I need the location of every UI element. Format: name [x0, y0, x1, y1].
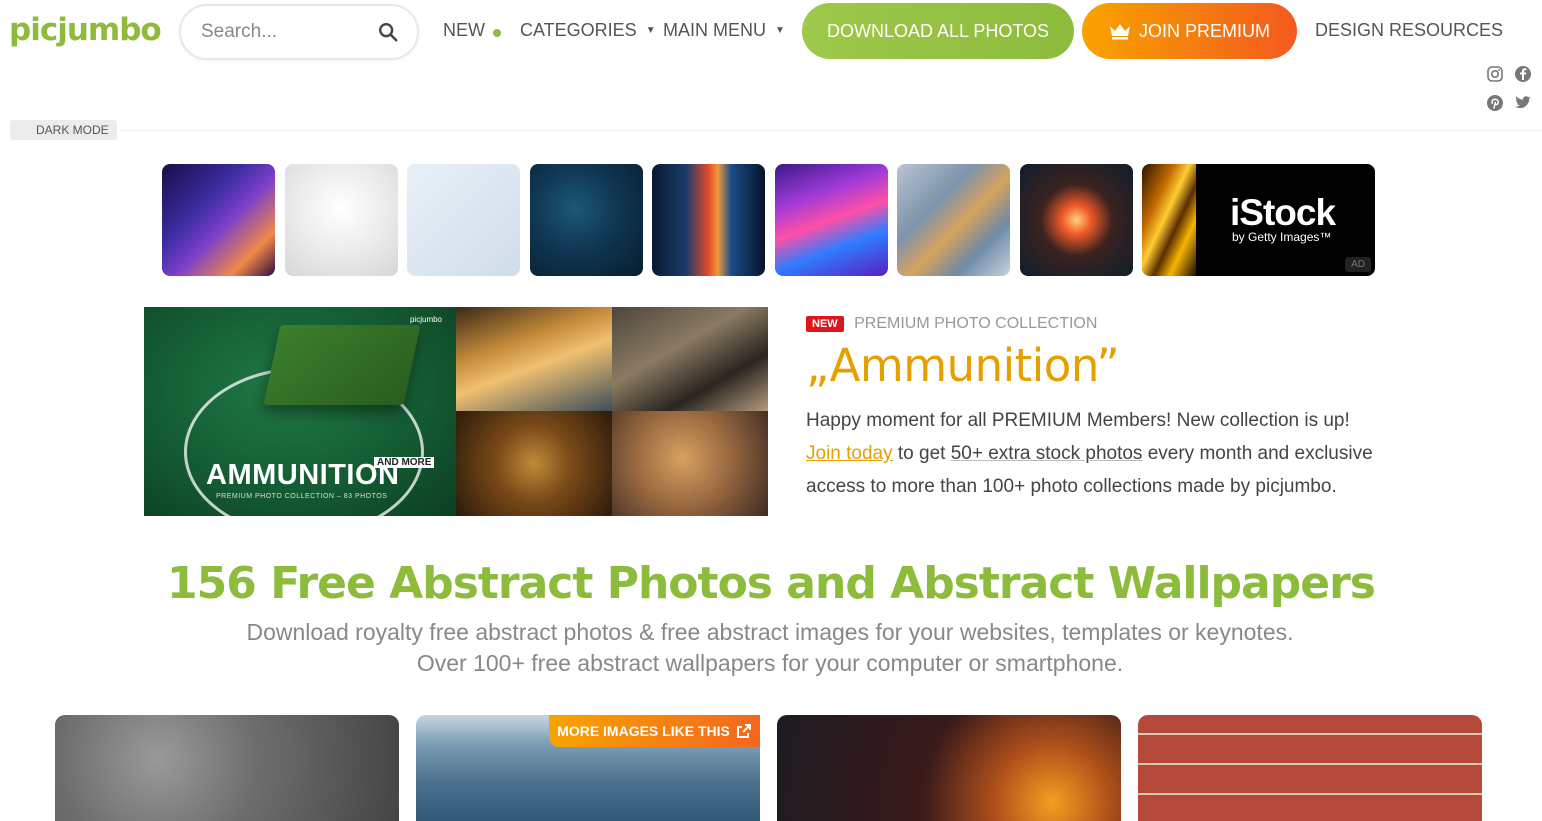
logo[interactable]: picjumbo — [9, 12, 162, 48]
promo-text: NEW PREMIUM PHOTO COLLECTION „Ammunition… — [806, 315, 1406, 503]
nav-new[interactable]: NEW — [443, 20, 501, 41]
promo-image-title: AMMUNITION — [206, 459, 400, 491]
promo-collage[interactable]: picjumbo AMMUNITION AND MORE PREMIUM PHO… — [144, 307, 769, 516]
promo-title[interactable]: „Ammunition” — [806, 339, 1406, 392]
header-divider — [118, 130, 1542, 131]
page-title: 156 Free Abstract Photos and Abstract Wa… — [167, 558, 1376, 609]
promo-line-2-mid: to get — [892, 443, 951, 465]
external-link-icon — [736, 724, 751, 738]
caret-down-icon: ▼ — [645, 25, 656, 36]
category-thumb[interactable] — [530, 164, 643, 276]
category-thumb[interactable] — [897, 164, 1010, 276]
download-all-button[interactable]: DOWNLOAD ALL PHOTOS — [802, 3, 1074, 59]
nav-categories-label: CATEGORIES — [520, 20, 637, 40]
brick-mortar — [1138, 733, 1482, 735]
promo-line-2: Join today to get 50+ extra stock photos… — [806, 437, 1406, 470]
nav-main-menu[interactable]: MAIN MENU ▼ — [663, 20, 785, 41]
pinterest-icon[interactable] — [1486, 94, 1504, 112]
page-subtitle: Download royalty free abstract photos & … — [0, 617, 1540, 679]
brick-mortar — [1138, 763, 1482, 765]
category-thumb[interactable] — [407, 164, 520, 276]
more-images-button[interactable]: MORE IMAGES LIKE THIS — [549, 715, 760, 747]
twitter-icon[interactable] — [1514, 94, 1532, 112]
gallery-photo[interactable] — [1138, 715, 1482, 821]
promo-image-more: AND MORE — [374, 457, 435, 468]
promo-line-1: Happy moment for all PREMIUM Members! Ne… — [806, 410, 1350, 432]
gallery-photo[interactable] — [777, 715, 1121, 821]
download-all-label: DOWNLOAD ALL PHOTOS — [826, 20, 1050, 41]
category-thumb[interactable] — [652, 164, 765, 276]
promo-image-brand: picjumbo — [409, 315, 442, 324]
istock-logo: iStock — [1230, 192, 1336, 233]
nav-categories[interactable]: CATEGORIES ▼ — [520, 20, 656, 41]
nav-main-menu-label: MAIN MENU — [663, 20, 766, 40]
more-images-label: MORE IMAGES LIKE THIS — [557, 723, 730, 739]
istock-ad[interactable]: iStock by Getty Images™ AD — [1142, 164, 1375, 276]
dark-mode-toggle[interactable]: DARK MODE — [10, 120, 117, 140]
promo-description: Happy moment for all PREMIUM Members! Ne… — [806, 404, 1406, 503]
gallery-photo[interactable] — [55, 715, 399, 821]
instagram-icon[interactable] — [1486, 65, 1504, 83]
crown-icon — [1109, 24, 1130, 40]
search-box[interactable] — [179, 4, 419, 60]
promo-image-caption: PREMIUM PHOTO COLLECTION – 83 PHOTOS — [216, 493, 388, 500]
promo-collage-tile — [456, 307, 612, 411]
promo-line-2-end: every month and exclusive — [1142, 443, 1373, 465]
category-thumb[interactable] — [162, 164, 275, 276]
subtitle-line-1: Download royalty free abstract photos & … — [246, 619, 1294, 645]
brick-mortar — [1138, 793, 1482, 795]
dark-mode-label: DARK MODE — [36, 123, 109, 137]
new-dot-icon — [493, 28, 501, 37]
facebook-icon[interactable] — [1514, 65, 1532, 83]
search-icon[interactable] — [377, 21, 399, 43]
ad-image-strip — [1142, 164, 1196, 276]
join-premium-label: JOIN PREMIUM — [1138, 20, 1270, 41]
category-thumb[interactable] — [1020, 164, 1133, 276]
promo-collage-tile — [456, 411, 612, 516]
design-resources-link[interactable]: DESIGN RESOURCES — [1315, 20, 1503, 41]
extra-photos-link[interactable]: 50+ extra stock photos — [951, 443, 1143, 464]
promo-line-3: access to more than 100+ photo collectio… — [806, 476, 1337, 498]
ad-badge: AD — [1345, 257, 1371, 272]
ammo-box — [263, 325, 421, 405]
promo-label: PREMIUM PHOTO COLLECTION — [854, 315, 1098, 332]
promo-collage-tile — [612, 307, 768, 411]
subtitle-line-2: Over 100+ free abstract wallpapers for y… — [416, 650, 1124, 676]
new-badge: NEW — [806, 316, 844, 332]
join-premium-button[interactable]: JOIN PREMIUM — [1082, 3, 1297, 59]
category-thumb[interactable] — [285, 164, 398, 276]
promo-main-image: picjumbo AMMUNITION AND MORE PREMIUM PHO… — [144, 307, 456, 516]
caret-down-icon: ▼ — [775, 25, 785, 36]
nav-new-label: NEW — [443, 20, 485, 40]
istock-tagline: by Getty Images™ — [1232, 230, 1332, 244]
moon-icon — [20, 125, 27, 135]
join-today-link[interactable]: Join today — [806, 443, 893, 464]
category-thumb[interactable] — [775, 164, 888, 276]
promo-collage-tile — [612, 411, 768, 516]
search-input[interactable] — [201, 21, 377, 43]
